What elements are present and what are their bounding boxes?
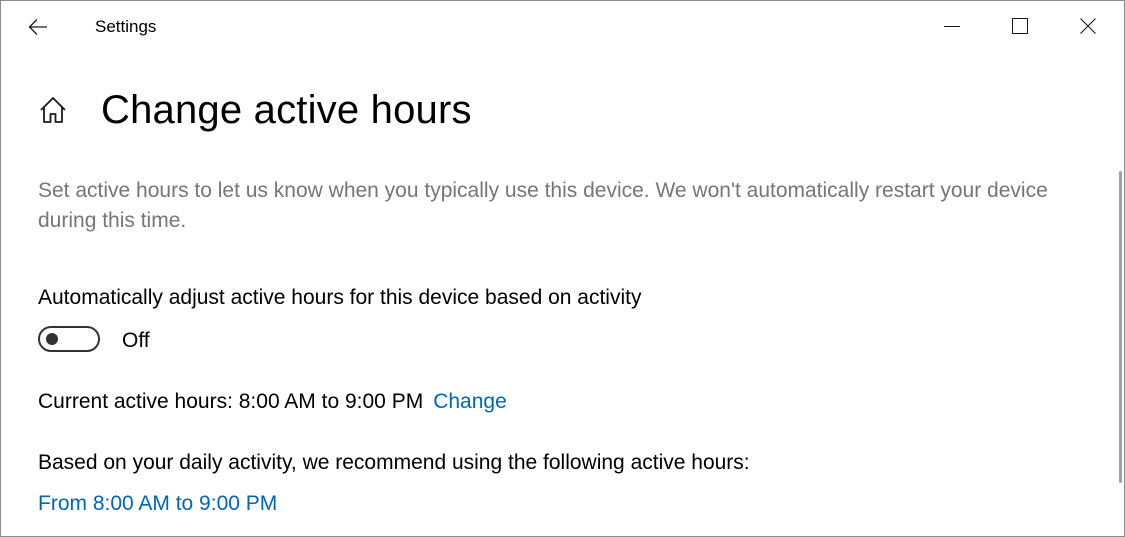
- scroll-thumb[interactable]: [1119, 171, 1122, 483]
- home-icon: [40, 97, 66, 123]
- maximize-button[interactable]: [986, 1, 1054, 51]
- title-bar: Settings: [1, 1, 1124, 53]
- back-button[interactable]: [15, 7, 61, 47]
- scrollbar[interactable]: [1117, 53, 1124, 533]
- auto-adjust-label: Automatically adjust active hours for th…: [38, 286, 642, 309]
- current-hours-text: Current active hours: 8:00 AM to 9:00 PM: [38, 390, 424, 413]
- home-button[interactable]: [35, 91, 71, 129]
- auto-adjust-toggle[interactable]: [38, 326, 100, 352]
- toggle-knob: [46, 333, 58, 345]
- arrow-left-icon: [28, 19, 47, 35]
- app-title: Settings: [95, 17, 157, 36]
- current-hours-row: Current active hours: 8:00 AM to 9:00 PM…: [38, 388, 507, 416]
- minimize-button[interactable]: [918, 1, 986, 51]
- page-title: Change active hours: [101, 88, 472, 132]
- maximize-icon: [1012, 18, 1028, 34]
- settings-window: Settings Change active hours Set active …: [0, 0, 1125, 537]
- description-text: Set active hours to let us know when you…: [38, 179, 1048, 232]
- toggle-state-label: Off: [122, 329, 150, 352]
- close-icon: [1080, 18, 1096, 34]
- close-button[interactable]: [1054, 1, 1122, 51]
- minimize-icon: [944, 26, 960, 27]
- change-link[interactable]: Change: [433, 390, 507, 413]
- recommended-hours-link[interactable]: From 8:00 AM to 9:00 PM: [38, 490, 277, 518]
- recommendation-text: Based on your daily activity, we recomme…: [38, 451, 750, 474]
